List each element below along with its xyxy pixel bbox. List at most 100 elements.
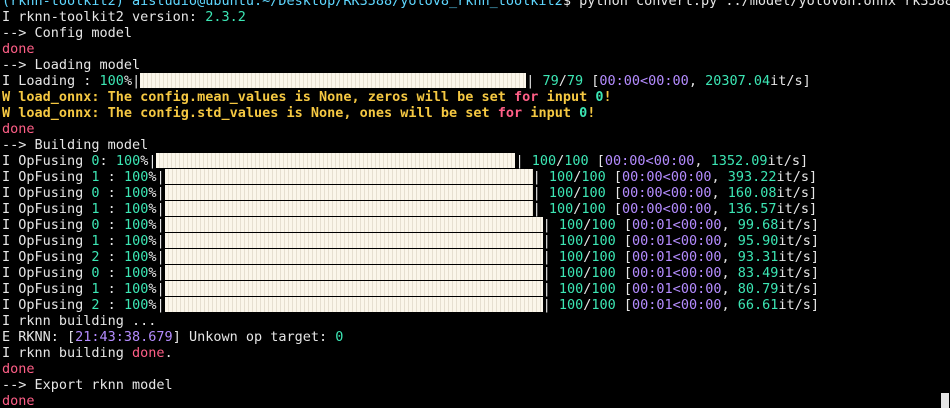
text-segment: [ — [588, 153, 605, 169]
text-segment: 0 — [91, 185, 100, 201]
text-segment: 1 — [91, 281, 100, 297]
text-segment: | — [515, 153, 532, 169]
progress-line: I OpFusing 0: 100%| | 100/100 [00:00<00:0… — [2, 153, 950, 169]
text-segment: , — [721, 297, 738, 313]
text-segment: | — [542, 249, 559, 265]
text-segment: : — [99, 265, 124, 281]
text-segment: E RKNN: [ — [2, 329, 76, 345]
text-segment: 100 — [591, 281, 616, 297]
text-segment: . — [164, 345, 173, 361]
text-segment: I Loading : — [2, 73, 100, 89]
text-segment: 00:00<00:00 — [622, 201, 712, 217]
text-segment: 66.61 — [737, 297, 779, 313]
text-segment: --> Loading model — [2, 57, 141, 73]
text-segment: [ — [615, 217, 633, 233]
text-segment: 00:01<00:00 — [632, 233, 722, 249]
text-segment: , — [721, 233, 738, 249]
text-segment: W load_onnx: The config.std_values is No… — [2, 105, 498, 121]
text-segment: 95.90 — [737, 233, 779, 249]
text-segment: it/s] — [770, 73, 811, 89]
progress-bar — [164, 249, 543, 264]
output-line: done — [2, 121, 950, 137]
text-segment: [ — [605, 169, 623, 185]
text-segment: | — [542, 281, 559, 297]
text-segment: 00:01<00:00 — [632, 265, 722, 281]
terminal-output: (rknn-toolkit2) aistudio@ubuntu:~/Deskto… — [2, 0, 950, 408]
text-segment: ! — [603, 89, 612, 105]
text-segment: 0 — [335, 329, 344, 345]
text-segment: 2 — [91, 297, 100, 313]
text-segment: 100 — [548, 169, 574, 185]
text-segment: done — [2, 121, 35, 137]
text-segment: for — [514, 89, 539, 105]
text-segment: | — [542, 233, 559, 249]
text-segment: | — [532, 201, 549, 217]
text-segment: [ — [615, 249, 633, 265]
text-segment: | — [526, 73, 543, 89]
text-segment: %| — [148, 249, 165, 265]
text-segment: 100 — [591, 249, 616, 265]
text-segment: / — [558, 73, 567, 89]
text-segment: I rknn building ... — [2, 313, 157, 329]
output-line: done — [2, 361, 950, 377]
text-segment: I OpFusing — [2, 233, 92, 249]
output-line: (rknn-toolkit2) aistudio@ubuntu:~/Deskto… — [2, 0, 950, 9]
text-segment: 1 — [91, 201, 100, 217]
text-segment: | — [532, 169, 549, 185]
text-segment: , — [688, 73, 706, 89]
text-segment: I OpFusing — [2, 185, 92, 201]
text-segment: , — [711, 201, 728, 217]
text-segment: 100 — [123, 169, 149, 185]
text-segment: 00:00<00:00 — [599, 73, 689, 89]
text-segment: 00:01<00:00 — [632, 249, 722, 265]
text-segment: 100 — [548, 185, 574, 201]
output-line: --> Config model — [2, 25, 950, 41]
text-segment: [ — [605, 185, 623, 201]
text-segment: : — [99, 233, 124, 249]
text-segment: , — [694, 153, 711, 169]
text-segment: : — [99, 153, 116, 169]
text-segment: 79 — [542, 73, 559, 89]
text-segment: , — [711, 185, 728, 201]
text-segment: 1352.09 — [710, 153, 768, 169]
text-segment: I OpFusing — [2, 249, 92, 265]
text-segment: %| — [123, 73, 141, 89]
text-segment: 100 — [123, 297, 149, 313]
text-segment: 100 — [558, 297, 584, 313]
text-segment: 80.79 — [737, 281, 779, 297]
text-segment: [ — [615, 265, 633, 281]
progress-line: I OpFusing 0 : 100%| | 100/100 [00:01<00:… — [2, 265, 950, 281]
warning-line: W load_onnx: The config.std_values is No… — [2, 105, 950, 121]
text-segment: input — [522, 105, 580, 121]
progress-bar — [140, 73, 527, 88]
text-segment: , — [721, 265, 738, 281]
text-segment: it/s] — [776, 201, 818, 217]
text-segment: input — [538, 89, 596, 105]
text-segment: it/s] — [767, 153, 809, 169]
text-segment: I OpFusing — [2, 169, 92, 185]
text-segment: [ — [615, 233, 633, 249]
text-segment: 100 — [548, 201, 574, 217]
text-segment: 20307.04 — [705, 73, 771, 89]
text-segment: : — [99, 201, 124, 217]
text-segment: it/s] — [778, 265, 819, 281]
progress-bar — [164, 185, 533, 200]
progress-line: I OpFusing 1 : 100%| | 100/100 [00:01<00:… — [2, 281, 950, 297]
text-segment: %| — [148, 201, 165, 217]
text-segment: 00:00<00:00 — [604, 153, 695, 169]
text-segment: 100 — [581, 169, 606, 185]
progress-bar — [164, 169, 533, 184]
text-segment: : — [99, 169, 124, 185]
text-segment: | — [542, 217, 559, 233]
text-segment: (rknn-toolkit2) aistudio@ubuntu:~/Deskto… — [2, 0, 563, 9]
output-line: --> Loading model — [2, 57, 950, 73]
terminal-window[interactable]: (rknn-toolkit2) aistudio@ubuntu:~/Deskto… — [0, 0, 950, 408]
text-segment: done — [2, 361, 35, 377]
text-segment: 136.57 — [727, 201, 777, 217]
text-segment: 100 — [591, 217, 616, 233]
text-segment: : — [99, 217, 124, 233]
text-segment: I OpFusing — [2, 281, 92, 297]
text-segment: it/s] — [776, 169, 818, 185]
text-segment: 100 — [123, 233, 149, 249]
text-segment: 100 — [558, 249, 584, 265]
